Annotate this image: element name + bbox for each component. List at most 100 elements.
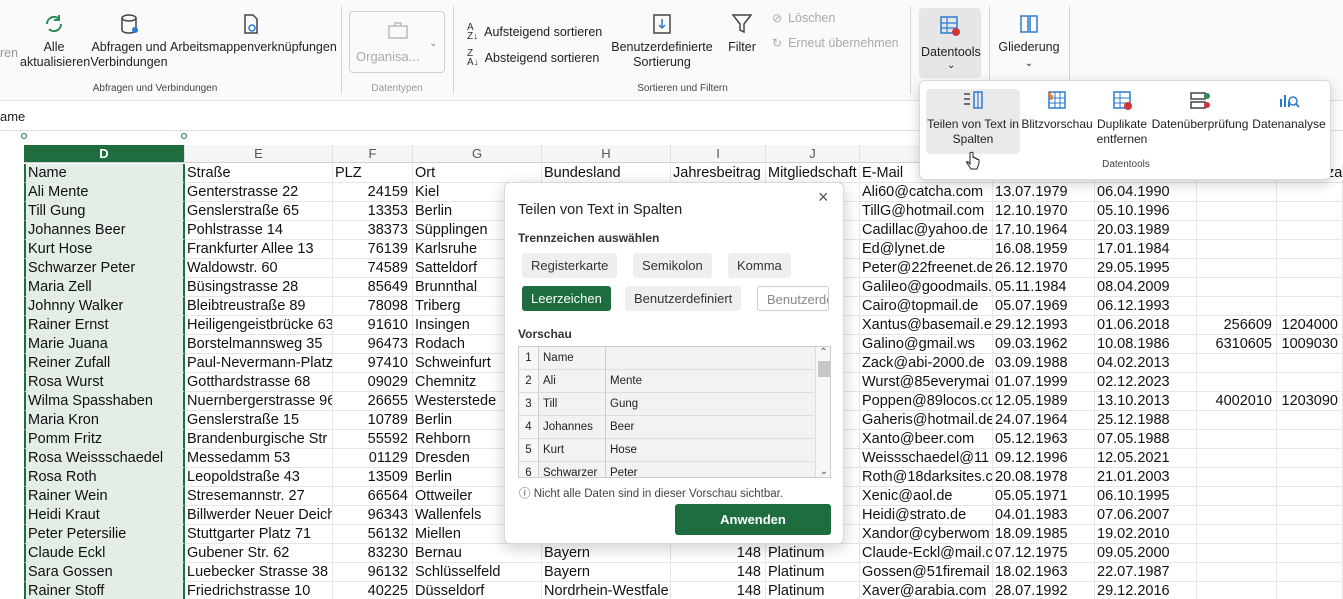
table-cell[interactable]: 38373	[333, 221, 413, 240]
table-cell[interactable]: Friedrichstrasse 10	[185, 582, 333, 599]
table-cell[interactable]: 06.10.1995	[1095, 487, 1197, 506]
table-cell[interactable]: 02.12.2023	[1095, 373, 1197, 392]
table-cell[interactable]: Peter@22freenet.de	[860, 259, 993, 278]
table-cell[interactable]: Genslerstraße 65	[185, 202, 333, 221]
table-cell[interactable]: 24.07.1964	[993, 411, 1095, 430]
table-cell[interactable]	[1197, 183, 1277, 202]
table-cell[interactable]: 18.02.1963	[993, 563, 1095, 582]
table-cell[interactable]: Stresemannstr. 27	[185, 487, 333, 506]
table-cell[interactable]: Claude Eckl	[24, 544, 185, 563]
table-cell[interactable]	[1197, 506, 1277, 525]
table-cell[interactable]: 04.02.2013	[1095, 354, 1197, 373]
table-cell[interactable]	[1197, 430, 1277, 449]
table-cell[interactable]: 05.11.1984	[993, 278, 1095, 297]
table-cell[interactable]: Genterstrasse 22	[185, 183, 333, 202]
table-cell[interactable]: 148	[671, 544, 766, 563]
table-cell[interactable]	[1197, 373, 1277, 392]
table-cell[interactable]: 12.10.1970	[993, 202, 1095, 221]
table-cell[interactable]: Gubener Str. 62	[185, 544, 333, 563]
table-cell[interactable]: Gotthardstrasse 68	[185, 373, 333, 392]
table-cell[interactable]: Waldowstr. 60	[185, 259, 333, 278]
table-cell[interactable]: 24159	[333, 183, 413, 202]
table-cell[interactable]: 97410	[333, 354, 413, 373]
table-cell[interactable]	[1197, 297, 1277, 316]
table-cell[interactable]: Frankfurter Allee 13	[185, 240, 333, 259]
sort-descending-button[interactable]: Z A↓ Absteigend sortieren	[467, 49, 599, 68]
table-cell[interactable]: 06.04.1990	[1095, 183, 1197, 202]
table-cell[interactable]: 66564	[333, 487, 413, 506]
table-cell[interactable]	[1277, 278, 1343, 297]
table-cell[interactable]: 256609	[1197, 316, 1277, 335]
table-cell[interactable]: Schlüsselfeld	[413, 563, 542, 582]
table-cell[interactable]: 74589	[333, 259, 413, 278]
table-cell[interactable]: Maria Kron	[24, 411, 185, 430]
table-cell[interactable]: TillG@hotmail.com	[860, 202, 993, 221]
custom-sort-button[interactable]: Benutzerdefinierte Sortierung	[610, 12, 714, 70]
table-cell[interactable]: Johnny Walker	[24, 297, 185, 316]
data-analysis-button[interactable]: Datenanalyse	[1252, 89, 1326, 132]
table-cell[interactable]: 08.04.2009	[1095, 278, 1197, 297]
table-cell[interactable]: Schwarzer Peter	[24, 259, 185, 278]
preview-table[interactable]: 1 Name 2 Ali Mente 3 Till Gung 4 Johannes Beer 5 Kur…	[518, 346, 831, 478]
table-cell[interactable]: 01.06.2018	[1095, 316, 1197, 335]
table-cell[interactable]	[1277, 183, 1343, 202]
table-cell[interactable]: Marie Juana	[24, 335, 185, 354]
sort-ascending-button[interactable]: A Z↓ Aufsteigend sortieren	[467, 23, 602, 42]
header-cell[interactable]: PLZ	[333, 164, 413, 183]
table-cell[interactable]: Rosa Weissschaedel	[24, 449, 185, 468]
table-cell[interactable]: 09029	[333, 373, 413, 392]
table-cell[interactable]: 01.07.1999	[993, 373, 1095, 392]
table-cell[interactable]: Leopoldstraße 43	[185, 468, 333, 487]
table-cell[interactable]: 1009030	[1277, 335, 1343, 354]
header-cell[interactable]: Name	[24, 164, 185, 183]
table-cell[interactable]	[1277, 221, 1343, 240]
table-cell[interactable]	[1197, 582, 1277, 599]
filter-button[interactable]: Filter	[722, 12, 762, 55]
table-cell[interactable]: 6310605	[1197, 335, 1277, 354]
table-cell[interactable]: 05.07.1969	[993, 297, 1095, 316]
table-cell[interactable]: 25.12.1988	[1095, 411, 1197, 430]
refresh-all-button[interactable]: Alle aktualisieren	[20, 12, 90, 70]
table-cell[interactable]: 20.03.1989	[1095, 221, 1197, 240]
table-cell[interactable]	[1197, 240, 1277, 259]
table-cell[interactable]: 18.09.1985	[993, 525, 1095, 544]
table-cell[interactable]: Roth@18darksites.c	[860, 468, 993, 487]
table-cell[interactable]: Bleibtreustraße 89	[185, 297, 333, 316]
table-cell[interactable]: 10789	[333, 411, 413, 430]
header-cell[interactable]: Straße	[185, 164, 333, 183]
table-cell[interactable]: 09.05.2000	[1095, 544, 1197, 563]
table-cell[interactable]	[1277, 373, 1343, 392]
reapply-filter-button[interactable]: ↻ Erneut übernehmen	[772, 36, 899, 50]
organisation-dropdown-arrow[interactable]: ⌄	[429, 38, 437, 49]
table-cell[interactable]: Kurt Hose	[24, 240, 185, 259]
delimiter-semicolon-option[interactable]: Semikolon	[633, 253, 712, 278]
table-cell[interactable]: Reiner Zufall	[24, 354, 185, 373]
column-header-G[interactable]: G	[413, 145, 542, 163]
table-cell[interactable]	[1197, 487, 1277, 506]
table-cell[interactable]: 55592	[333, 430, 413, 449]
table-cell[interactable]	[1197, 468, 1277, 487]
table-cell[interactable]: Borstelmannsweg 35	[185, 335, 333, 354]
table-cell[interactable]: Xanto@beer.com	[860, 430, 993, 449]
table-cell[interactable]: Paul-Nevermann-Platz	[185, 354, 333, 373]
datentools-button[interactable]: Datentools ⌄	[919, 8, 981, 78]
table-cell[interactable]	[1197, 411, 1277, 430]
remove-duplicates-button[interactable]: Duplikate entfernen	[1095, 89, 1149, 147]
table-cell[interactable]: 07.12.1975	[993, 544, 1095, 563]
table-cell[interactable]: Weissschaedel@11	[860, 449, 993, 468]
table-cell[interactable]: Platinum	[766, 544, 860, 563]
table-cell[interactable]: Platinum	[766, 563, 860, 582]
table-cell[interactable]: 12.05.2021	[1095, 449, 1197, 468]
table-cell[interactable]: 26.12.1970	[993, 259, 1095, 278]
table-cell[interactable]: Genslerstraße 15	[185, 411, 333, 430]
table-cell[interactable]: Rainer Ernst	[24, 316, 185, 335]
table-cell[interactable]	[1197, 354, 1277, 373]
table-cell[interactable]: 148	[671, 582, 766, 599]
selection-handle[interactable]	[21, 133, 27, 139]
table-cell[interactable]	[1277, 202, 1343, 221]
data-validation-button[interactable]: Datenüberprüfung	[1150, 89, 1250, 132]
table-cell[interactable]	[1277, 240, 1343, 259]
table-cell[interactable]	[1277, 297, 1343, 316]
table-cell[interactable]: Düsseldorf	[413, 582, 542, 599]
table-cell[interactable]: Nuernbergerstrasse 96	[185, 392, 333, 411]
